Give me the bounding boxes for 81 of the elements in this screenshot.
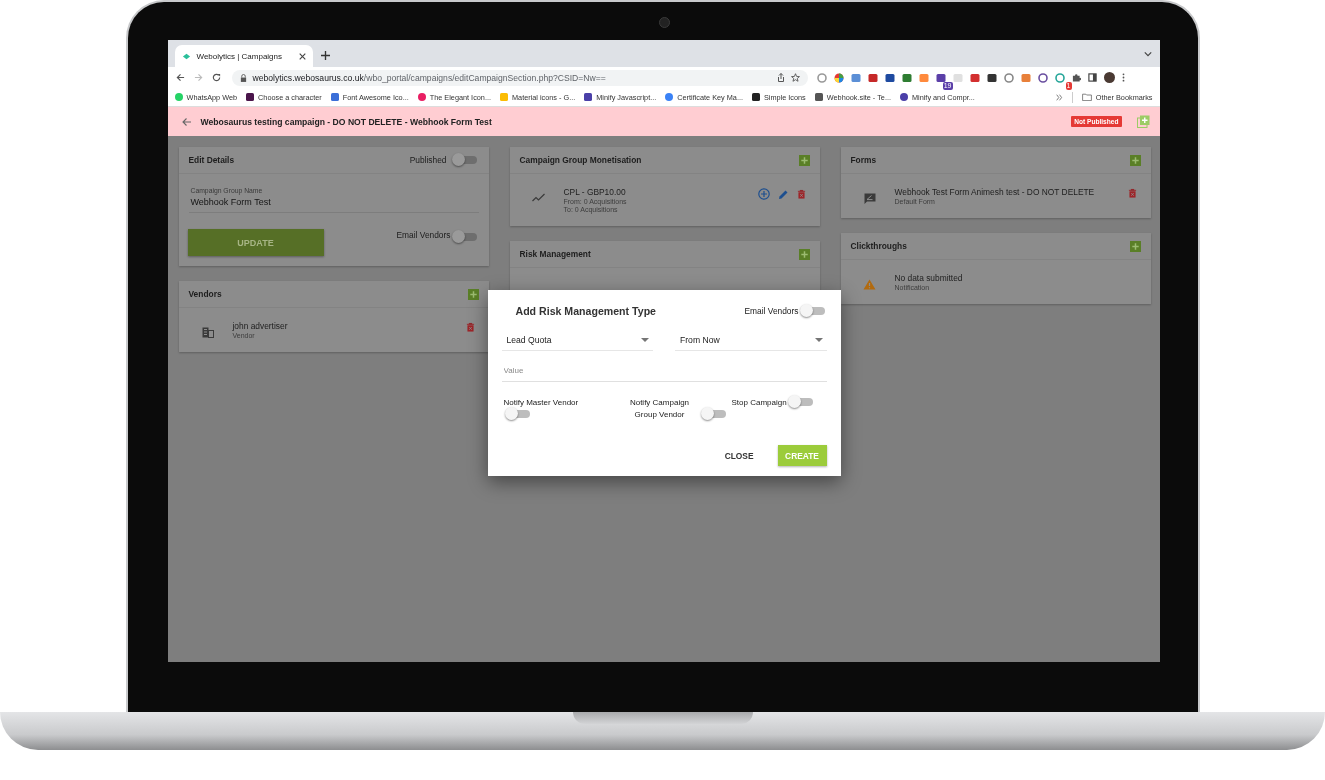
camera-icon [658,17,670,28]
toggle-switch[interactable] [454,233,477,241]
trend-line-icon [532,193,545,202]
item-title: Webhook Test Form Animesh test - DO NOT DELETE [894,187,1096,197]
add-icon[interactable] [1129,240,1141,252]
bookmark-favicon-icon [584,93,593,101]
back-arrow-icon[interactable] [180,116,192,127]
toggle-label: Published [409,155,447,165]
add-copy-icon[interactable] [1136,115,1150,128]
delete-icon[interactable] [465,322,475,333]
toggle-switch[interactable] [454,156,477,164]
tab-title: Webolytics | Campaigns [196,51,284,61]
item-title: john advertiser [232,321,289,331]
card-title: Clickthroughs [850,241,908,251]
sidebar-icon[interactable] [1087,73,1097,82]
lock-icon [239,73,247,82]
card-title: Vendors [188,289,223,299]
color-wheel-icon[interactable] [833,72,844,83]
double-chevron-icon[interactable] [1055,93,1063,101]
new-tab-icon[interactable] [320,50,330,60]
dropdown[interactable]: From Now [675,332,827,351]
add-icon[interactable] [1129,154,1141,166]
browser-tab[interactable]: Webolytics | Campaigns [174,45,313,67]
share-icon[interactable] [776,73,785,82]
item-title: No data submitted [894,273,964,283]
back-arrow-icon[interactable] [175,73,185,82]
chevron-down-icon[interactable] [1143,51,1152,57]
close-button[interactable]: CLOSE [714,445,764,466]
badge-circle-icon[interactable] [1054,72,1065,83]
url-text: webolytics.webosaurus.co.uk/wbo_portal/campaigns/editCampaignSection.php?CSID=Nw== [252,72,607,83]
bookmark-favicon-icon [330,93,339,101]
bookmark-favicon-icon [417,93,426,101]
caret-icon [814,338,823,342]
ring-icon[interactable] [1037,72,1048,83]
caret-icon [641,338,649,342]
card-title: Forms [850,155,878,165]
dialog-title: Add Risk Management Type [515,305,656,317]
page-title: Webosaurus testing campaign - DO NOT DELETE - Webhook Form Test [200,116,493,127]
add-circle-icon[interactable] [757,188,770,200]
card-title: Risk Management [519,249,592,259]
avatar-icon[interactable] [1103,72,1115,83]
building-icon [201,327,214,338]
toggle-label: Email Vendors [396,230,451,240]
star-icon[interactable] [790,73,800,82]
value-field[interactable]: Value [501,361,827,382]
bookmark-favicon-icon [900,93,908,101]
toggle-label: Notify Master Vendor [503,398,579,407]
puzzle-icon[interactable] [1071,73,1081,82]
bookmark-favicon-icon [665,93,674,101]
toggle-switch[interactable] [790,398,813,406]
card-title: Edit Details [188,155,236,165]
reload-icon[interactable] [211,73,221,82]
toggle-switch[interactable] [703,410,726,419]
card-title: Campaign Group Monetisation [519,155,643,165]
circle-icon[interactable] [816,72,827,83]
warning-icon [863,279,876,290]
delete-icon[interactable] [1127,188,1137,199]
bookmark-favicon-icon [246,93,255,101]
address-bar[interactable]: webolytics.webosaurus.co.uk/wbo_portal/campaigns/editCampaignSection.php?CSID=Nw== [231,69,808,86]
toggle-switch[interactable] [507,410,530,418]
add-icon[interactable] [798,248,810,260]
forward-arrow-icon[interactable] [193,73,203,82]
item-title: CPL - GBP10.00 [563,187,627,197]
add-icon[interactable] [467,288,479,300]
field-value: Webhook Form Test [190,197,272,207]
toggle-label: Email Vendors [744,306,799,316]
comment-edit-icon [863,193,876,205]
menu-icon[interactable] [1121,73,1125,82]
close-icon[interactable] [298,52,306,60]
bookmark-favicon-icon [752,93,760,101]
bookmark-favicon-icon [814,93,823,101]
add-icon[interactable] [798,154,810,166]
dropdown[interactable]: Lead Quota [501,332,653,351]
delete-icon[interactable] [796,188,806,200]
bookmark-favicon-icon [500,93,508,101]
toggle-label: Notify Campaign Group Vendor [628,397,691,422]
toggle-switch[interactable] [802,307,825,315]
edit-icon[interactable] [777,188,789,200]
folder-icon [1081,93,1092,101]
bookmark-favicon-icon [174,93,183,101]
toggle-label: Stop Campaign [731,398,787,408]
